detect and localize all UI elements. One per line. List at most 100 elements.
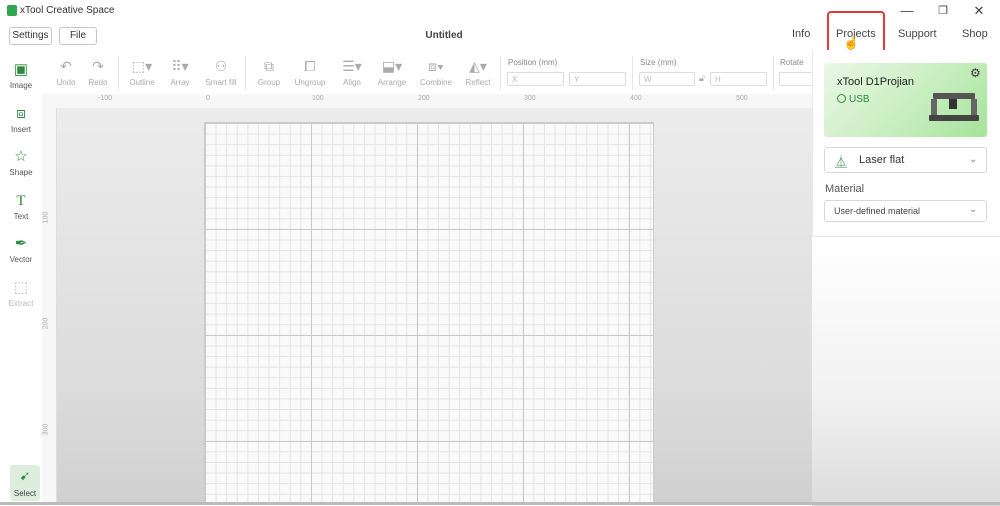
array-icon: ⠿▾: [171, 58, 189, 74]
group-label: Group: [257, 78, 281, 87]
processing-mode-dropdown[interactable]: ⏅ Laser flat ⌄: [824, 147, 987, 173]
smart-fill-label: Smart fill: [205, 78, 237, 87]
lock-ratio-icon[interactable]: 🔓︎: [699, 73, 705, 84]
outline-button[interactable]: ⬚▾ Outline: [122, 56, 162, 87]
extract-icon: ⬚: [13, 279, 29, 296]
vector-tool[interactable]: ✒ Vector: [2, 234, 40, 264]
ruler-label: 0: [206, 95, 210, 102]
rotate-label: Rotate: [780, 58, 804, 67]
toolbar-divider: [773, 56, 774, 90]
text-tool-label: Text: [13, 212, 29, 221]
image-tool[interactable]: ▣ Image: [2, 60, 40, 90]
smart-fill-icon: ⚇: [214, 58, 228, 74]
toolbar-divider: [632, 56, 633, 90]
hand-cursor-icon: ☝: [843, 35, 860, 50]
nav-support[interactable]: Support: [898, 28, 937, 40]
redo-icon: ↷: [92, 58, 104, 74]
vertical-ruler: [42, 108, 57, 505]
redo-button[interactable]: ↷ Redo: [78, 56, 118, 87]
ruler-label: 200: [418, 95, 430, 102]
pen-icon: ✒: [14, 235, 28, 252]
size-label: Size (mm): [640, 58, 677, 67]
ruler-label: 300: [524, 95, 536, 102]
align-label: Align: [343, 78, 361, 87]
combine-icon: ⧈▾: [428, 58, 444, 74]
minimize-button[interactable]: —: [897, 2, 917, 20]
insert-tool-label: Insert: [10, 125, 31, 134]
size-width-input[interactable]: W: [639, 72, 695, 86]
array-label: Array: [170, 78, 190, 87]
shape-tool-label: Shape: [9, 168, 33, 177]
position-label: Position (mm): [508, 58, 558, 67]
usb-connected-icon: [837, 94, 846, 103]
extract-tool[interactable]: ⬚ Extract: [2, 278, 40, 308]
extract-tool-label: Extract: [8, 299, 34, 308]
text-icon: T: [16, 193, 26, 209]
size-height-input[interactable]: H: [710, 72, 767, 86]
nav-shop[interactable]: Shop: [962, 28, 988, 40]
ruler-label: 300: [42, 423, 50, 436]
shape-tool[interactable]: ☆ Shape: [2, 147, 40, 177]
toolbar-divider: [500, 56, 501, 90]
combine-label: Combine: [419, 78, 452, 87]
position-x-input[interactable]: X: [507, 72, 564, 86]
device-connection: USB: [849, 94, 870, 105]
work-area-grid[interactable]: [204, 122, 654, 505]
material-dropdown[interactable]: User-defined material ⌄: [824, 200, 987, 222]
app-title: xTool Creative Space: [20, 5, 115, 16]
settings-button[interactable]: Settings: [9, 27, 52, 45]
chevron-down-icon: ⌄: [969, 154, 978, 165]
gear-icon[interactable]: ⚙: [970, 66, 981, 80]
arrange-icon: ⬓▾: [381, 58, 403, 74]
insert-tool[interactable]: ⧈ Insert: [2, 104, 40, 134]
select-tool-label: Select: [13, 489, 37, 498]
vector-tool-label: Vector: [9, 255, 33, 264]
arrange-label: Arrange: [377, 78, 407, 87]
select-tool[interactable]: ➹ Select: [10, 465, 40, 501]
restore-button[interactable]: ❐: [933, 2, 953, 20]
file-button[interactable]: File: [59, 27, 97, 45]
reflect-label: Reflect: [465, 78, 491, 87]
group-button[interactable]: ⧉ Group: [249, 56, 289, 87]
smart-fill-button[interactable]: ⚇ Smart fill: [201, 56, 241, 87]
laser-flat-icon: ⏅: [835, 155, 848, 169]
ungroup-label: Ungroup: [294, 78, 326, 87]
nav-info[interactable]: Info: [792, 28, 810, 40]
material-value: User-defined material: [834, 206, 921, 216]
image-tool-label: Image: [9, 81, 33, 90]
laser-machine-icon: [929, 93, 979, 121]
ruler-label: 100: [312, 95, 324, 102]
combine-button[interactable]: ⧈▾ Combine: [416, 56, 456, 87]
ungroup-icon: ⧠: [304, 58, 316, 74]
app-logo-icon: [7, 5, 17, 16]
reflect-button[interactable]: ◭▾ Reflect: [458, 56, 498, 87]
outline-icon: ⬚▾: [131, 58, 153, 74]
arrange-button[interactable]: ⬓▾ Arrange: [372, 56, 412, 87]
text-tool[interactable]: T Text: [2, 191, 40, 221]
toolbar-divider: [245, 56, 246, 90]
document-title: Untitled: [425, 30, 463, 41]
close-button[interactable]: ✕: [969, 2, 989, 20]
ruler-label: 400: [630, 95, 642, 102]
array-button[interactable]: ⠿▾ Array: [160, 56, 200, 87]
ruler-label: 100: [42, 211, 50, 224]
redo-label: Redo: [88, 78, 108, 87]
image-icon: ▣: [13, 61, 29, 78]
right-panel-empty-area: [812, 236, 1000, 506]
align-button[interactable]: ☰▾ Align: [332, 56, 372, 87]
toolbar-divider: [118, 56, 119, 90]
ruler-label: 500: [736, 95, 748, 102]
chevron-down-icon: ⌄: [969, 204, 978, 215]
group-icon: ⧉: [264, 58, 274, 74]
star-shape-icon: ☆: [14, 148, 28, 165]
material-label: Material: [825, 183, 865, 195]
ungroup-button[interactable]: ⧠ Ungroup: [290, 56, 330, 87]
ruler-label: -100: [98, 95, 113, 102]
outline-label: Outline: [129, 78, 155, 87]
ruler-label: 200: [42, 317, 50, 330]
rotate-input[interactable]: [779, 72, 812, 86]
device-name: xTool D1Projian: [837, 76, 915, 88]
processing-mode-value: Laser flat: [859, 154, 905, 166]
insert-icon: ⧈: [16, 105, 26, 122]
position-y-input[interactable]: Y: [569, 72, 626, 86]
